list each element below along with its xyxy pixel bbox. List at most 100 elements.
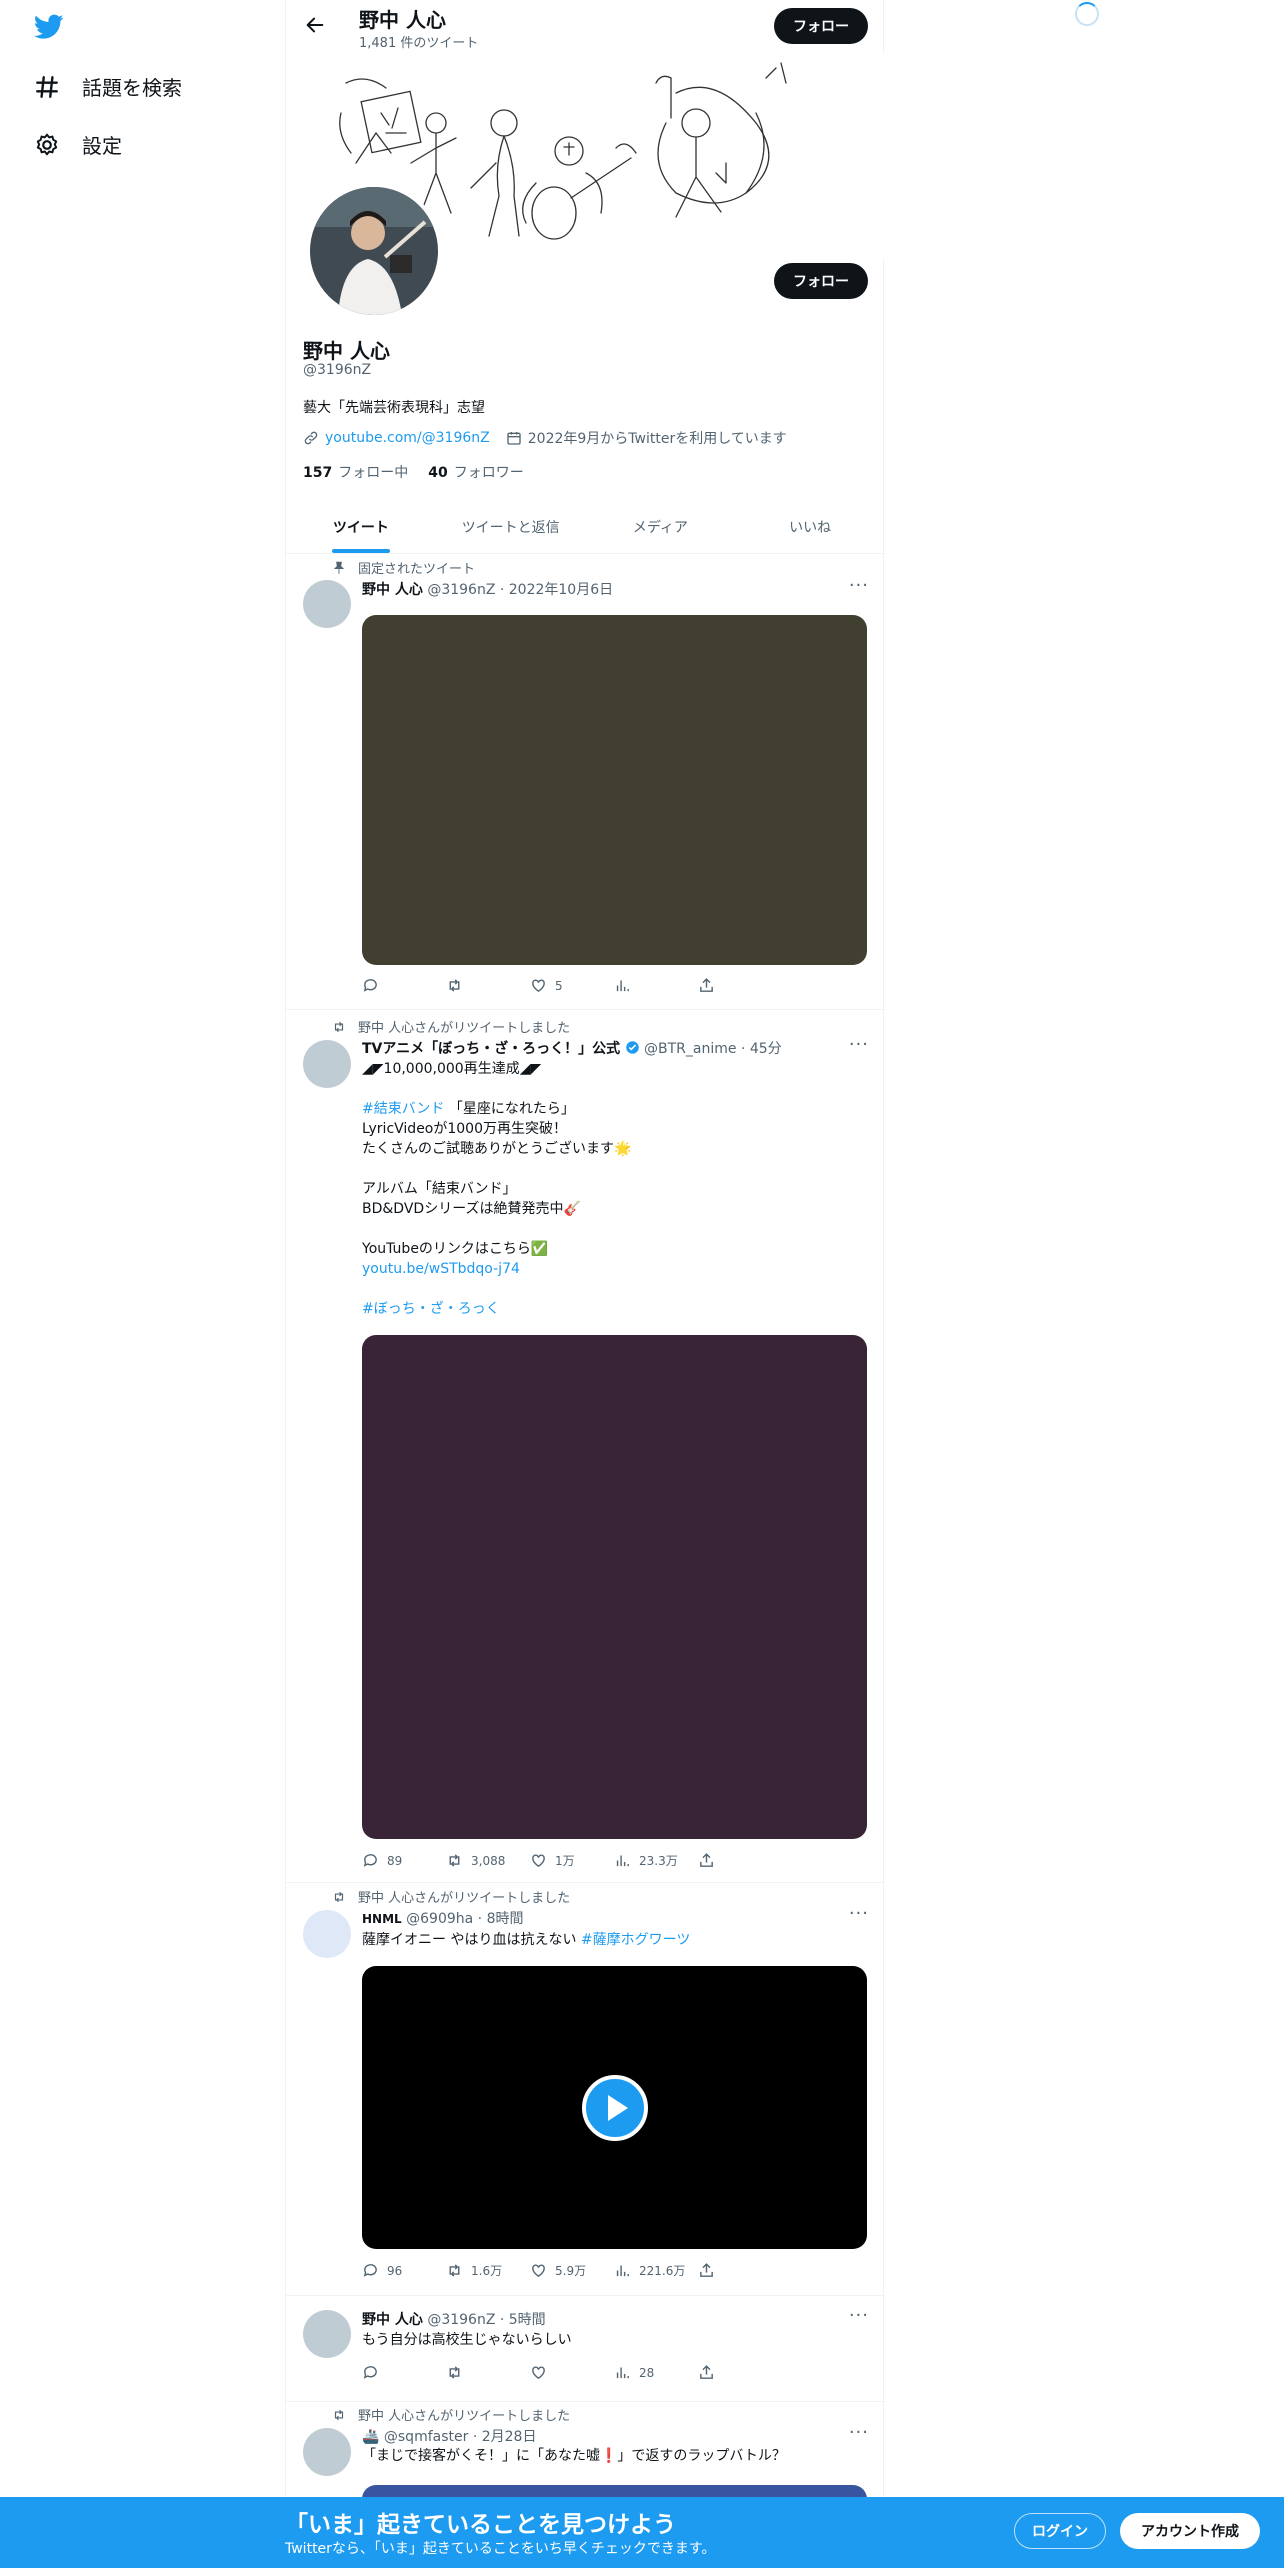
share-button[interactable]	[698, 1852, 782, 1869]
bar-chart-icon	[616, 1855, 629, 1867]
tweet-author-name[interactable]: HNML	[362, 1912, 402, 1926]
tweet-media[interactable]	[362, 615, 867, 965]
heart-icon	[532, 2264, 545, 2278]
tweet-video[interactable]	[362, 1966, 867, 2249]
sidebar-item-explore[interactable]: 話題を検索	[34, 72, 182, 101]
avatar[interactable]	[303, 1040, 351, 1088]
sidebar-item-settings[interactable]: 設定	[34, 130, 122, 159]
gear-icon	[36, 133, 58, 155]
tweet-article[interactable]: 野中 人心さんがリツイートしました TVアニメ「ぼっち・ざ・ろっく！」公式 @B…	[286, 1010, 885, 1883]
tweet-text: ◢◤10,000,000再生達成◢◤ #結束バンド 「星座になれたら」 Lyri…	[362, 1059, 867, 1319]
avatar[interactable]	[303, 2310, 351, 2358]
tweet-meta[interactable]: @3196nZ · 5時間	[427, 2312, 545, 2328]
profile-follow-stats: 157 フォロー中 40 フォロワー	[303, 462, 524, 482]
retweet-icon	[334, 2409, 344, 2420]
tweet-social-context: 野中 人心さんがリツイートしました	[332, 2405, 570, 2424]
reply-button[interactable]: 89	[362, 1852, 446, 1869]
tweet-header: 🚢 @sqmfaster · 2月28日	[362, 2426, 536, 2446]
signup-banner-subtitle: Twitterなら、「いま」起きていることをいち早くチェックできます。	[285, 2541, 716, 2557]
reply-button[interactable]: 96	[362, 2262, 446, 2279]
profile-joined: 2022年9月からTwitterを利用しています	[527, 431, 787, 447]
views-button[interactable]: 221.6万	[614, 2262, 698, 2279]
bar-chart-icon	[616, 980, 629, 992]
reply-button[interactable]	[362, 2364, 446, 2381]
followers-count: 40	[428, 465, 448, 481]
hashtag-link[interactable]: #薩摩ホグワーツ	[581, 1932, 690, 1948]
tab-tweets[interactable]: ツイート	[286, 500, 436, 553]
tweet-article[interactable]: 野中 人心さんがリツイートしました HNML @6909ha · 8時間 ···…	[286, 1883, 885, 2296]
avatar[interactable]	[303, 1910, 351, 1958]
reply-icon	[363, 1854, 377, 1867]
like-button[interactable]	[530, 2364, 614, 2381]
signup-button[interactable]: アカウント作成	[1120, 2513, 1260, 2549]
tab-media[interactable]: メディア	[586, 500, 736, 553]
profile-avatar[interactable]	[306, 183, 442, 319]
tweet-article[interactable]: 野中 人心 @3196nZ · 5時間 ··· もう自分は高校生じゃないらしい …	[286, 2296, 885, 2402]
tweet-media[interactable]	[362, 1335, 867, 1839]
profile-name: 野中 人心	[303, 339, 390, 363]
profile-timeline: 野中 人心 1,481 件のツイート フォロー フォロー 野中 人心 @3196…	[285, 0, 885, 2568]
twitter-logo-icon[interactable]	[34, 14, 64, 40]
back-arrow-icon[interactable]	[304, 14, 326, 36]
like-button[interactable]: 5	[530, 977, 614, 994]
tweet-author-name[interactable]: TVアニメ「ぼっち・ざ・ろっく！」公式	[362, 1041, 620, 1057]
tweet-text-body: 薩摩イオニー やはり血は抗えない	[362, 1932, 581, 1948]
tweet-text: もう自分は高校生じゃないらしい	[362, 2332, 572, 2348]
heart-icon	[532, 979, 545, 993]
tweet-meta[interactable]: @3196nZ · 2022年10月6日	[427, 582, 613, 598]
tab-replies[interactable]: ツイートと返信	[436, 500, 586, 553]
tweet-social-context: 固定されたツイート	[332, 558, 475, 577]
more-options-icon[interactable]: ···	[849, 2422, 869, 2443]
like-count: 5	[555, 978, 563, 993]
retweet-icon	[449, 979, 460, 992]
views-button[interactable]	[614, 977, 698, 994]
tweet-header: TVアニメ「ぼっち・ざ・ろっく！」公式 @BTR_anime · 45分	[362, 1038, 782, 1058]
share-button[interactable]	[698, 977, 782, 994]
profile-follow-button[interactable]: フォロー	[774, 263, 868, 299]
more-options-icon[interactable]: ···	[849, 2305, 869, 2326]
retweet-button[interactable]	[446, 977, 530, 994]
retweet-button[interactable]	[446, 2364, 530, 2381]
hashtag-link[interactable]: #結束バンド	[362, 1101, 444, 1117]
tweet-actions: 96 1.6万 5.9万 221.6万	[362, 2262, 782, 2279]
tweet-author-name[interactable]: 🚢	[362, 2429, 379, 2445]
tweet-meta[interactable]: @6909ha · 8時間	[406, 1911, 523, 1927]
retweet-icon	[334, 1021, 344, 1032]
tab-likes[interactable]: いいね	[735, 500, 885, 553]
more-options-icon[interactable]: ···	[849, 1034, 869, 1055]
tweet-author-name[interactable]: 野中 人心	[362, 582, 423, 598]
retweet-button[interactable]: 3,088	[446, 1852, 530, 1869]
tweet-author-name[interactable]: 野中 人心	[362, 2312, 423, 2328]
header-tweet-count: 1,481 件のツイート	[359, 36, 479, 51]
share-button[interactable]	[698, 2262, 782, 2279]
views-button[interactable]: 28	[614, 2364, 698, 2381]
link-icon	[304, 431, 318, 445]
retweet-button[interactable]: 1.6万	[446, 2262, 530, 2279]
profile-bio: 藝大「先端芸術表現科」志望	[303, 400, 485, 416]
tweet-meta[interactable]: @BTR_anime · 45分	[644, 1041, 782, 1057]
like-button[interactable]: 1万	[530, 1852, 614, 1869]
following-link[interactable]: 157 フォロー中	[303, 462, 408, 482]
profile-link[interactable]: youtube.com/@3196nZ	[325, 430, 490, 446]
play-icon[interactable]	[581, 2074, 648, 2141]
share-icon	[700, 978, 713, 992]
more-options-icon[interactable]: ···	[849, 575, 869, 596]
bar-chart-icon	[616, 2367, 629, 2379]
login-button[interactable]: ログイン	[1014, 2513, 1106, 2549]
hashtag-link[interactable]: #ぼっち・ざ・ろっく	[362, 1301, 500, 1317]
tweet-actions: 89 3,088 1万 23.3万	[362, 1852, 782, 1869]
tweet-header: 野中 人心 @3196nZ · 5時間	[362, 2309, 546, 2329]
url-link[interactable]: youtu.be/wSTbdqo-j74	[362, 1261, 520, 1277]
avatar[interactable]	[303, 2428, 351, 2476]
followers-link[interactable]: 40 フォロワー	[428, 462, 523, 482]
share-button[interactable]	[698, 2364, 782, 2381]
header-follow-button[interactable]: フォロー	[774, 8, 868, 44]
reply-button[interactable]	[362, 977, 446, 994]
views-button[interactable]: 23.3万	[614, 1852, 698, 1869]
tweet-meta[interactable]: @sqmfaster · 2月28日	[384, 2429, 537, 2445]
heart-icon	[532, 1854, 545, 1868]
tweet-article[interactable]: 固定されたツイート 野中 人心 @3196nZ · 2022年10月6日 ···…	[286, 555, 885, 1010]
more-options-icon[interactable]: ···	[849, 1903, 869, 1924]
avatar[interactable]	[303, 580, 351, 628]
like-button[interactable]: 5.9万	[530, 2262, 614, 2279]
